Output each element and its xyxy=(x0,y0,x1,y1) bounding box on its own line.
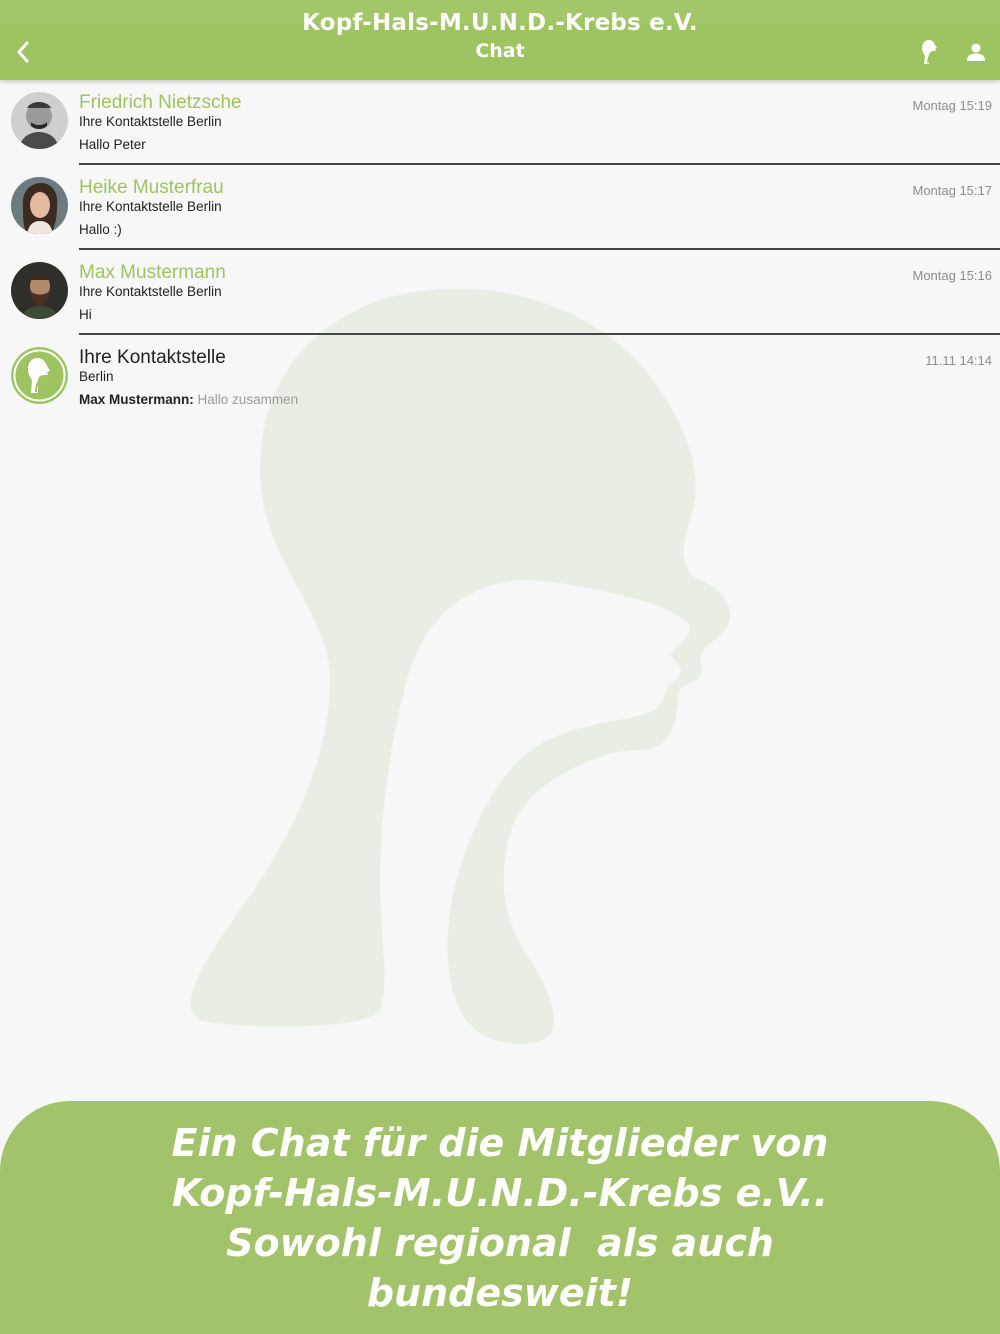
profile-button[interactable] xyxy=(963,38,989,66)
chat-timestamp: 11.11 14:14 xyxy=(925,353,992,368)
back-button[interactable] xyxy=(10,36,36,68)
promo-line: Ein Chat für die Mitglieder von xyxy=(171,1120,829,1165)
chat-contact-name: Friedrich Nietzsche xyxy=(79,92,242,113)
chat-contact-subtitle: Ihre Kontaktstelle Berlin xyxy=(79,114,222,129)
portrait-avatar xyxy=(11,177,68,234)
chat-last-message: Hi xyxy=(79,307,92,322)
chat-item-friedrich-nietzsche[interactable]: Friedrich Nietzsche Ihre Kontaktstelle B… xyxy=(0,80,1000,165)
promo-banner-text: Ein Chat für die Mitglieder von Kopf-Hal… xyxy=(60,1118,940,1318)
organization-logo-icon xyxy=(922,40,937,64)
chat-contact-name: Ihre Kontaktstelle xyxy=(79,347,226,368)
chat-item-heike-musterfrau[interactable]: Heike Musterfrau Ihre Kontaktstelle Berl… xyxy=(0,165,1000,250)
promo-line: Kopf-Hals-M.U.N.D.-Krebs e.V.. xyxy=(171,1170,829,1215)
person-icon xyxy=(967,43,985,61)
chat-last-message: Hallo Peter xyxy=(79,137,146,152)
chat-last-message-text: Hallo zusammen xyxy=(197,392,299,407)
promo-line: bundesweit! xyxy=(366,1270,634,1315)
chat-timestamp: Montag 15:19 xyxy=(912,98,992,113)
chat-timestamp: Montag 15:16 xyxy=(912,268,992,283)
app-header: Kopf-Hals-M.U.N.D.-Krebs e.V. Chat xyxy=(0,0,1000,80)
chat-list: Friedrich Nietzsche Ihre Kontaktstelle B… xyxy=(0,80,1000,420)
chat-timestamp: Montag 15:17 xyxy=(912,183,992,198)
chat-contact-subtitle: Ihre Kontaktstelle Berlin xyxy=(79,199,222,214)
organization-logo-avatar xyxy=(11,347,68,404)
chat-contact-name: Heike Musterfrau xyxy=(79,177,224,198)
page-title: Chat xyxy=(475,40,525,62)
chat-contact-subtitle: Berlin xyxy=(79,369,114,384)
chat-item-ihre-kontaktstelle[interactable]: Ihre Kontaktstelle Berlin Max Mustermann… xyxy=(0,335,1000,420)
chat-contact-name: Max Mustermann xyxy=(79,262,226,283)
app-title: Kopf-Hals-M.U.N.D.-Krebs e.V. xyxy=(302,10,698,36)
avatar xyxy=(11,347,68,404)
chat-last-message-sender: Max Mustermann: xyxy=(79,392,194,407)
avatar xyxy=(11,92,68,149)
portrait-avatar xyxy=(11,262,68,319)
promo-banner: Ein Chat für die Mitglieder von Kopf-Hal… xyxy=(0,1101,1000,1334)
avatar xyxy=(11,177,68,234)
organization-logo-button[interactable] xyxy=(916,36,944,68)
avatar xyxy=(11,262,68,319)
portrait-avatar xyxy=(11,92,68,149)
chat-last-message: Hallo :) xyxy=(79,222,122,237)
promo-line: Sowohl regional als auch xyxy=(226,1220,774,1265)
chat-contact-subtitle: Ihre Kontaktstelle Berlin xyxy=(79,284,222,299)
chevron-left-icon xyxy=(17,41,29,63)
chat-last-message: Max Mustermann: Hallo zusammen xyxy=(79,392,298,407)
chat-item-max-mustermann[interactable]: Max Mustermann Ihre Kontaktstelle Berlin… xyxy=(0,250,1000,335)
